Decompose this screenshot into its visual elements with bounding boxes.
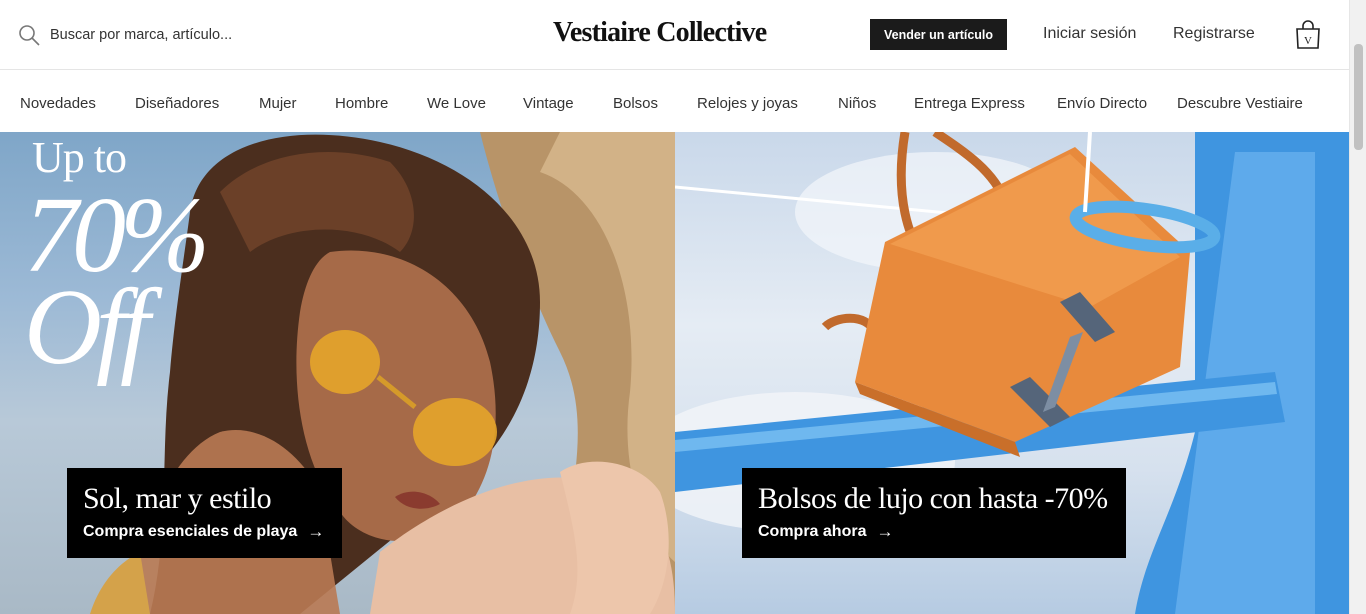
login-link[interactable]: Iniciar sesión <box>1043 25 1136 43</box>
nav-item-disenadores[interactable]: Diseñadores <box>135 95 219 112</box>
bags-banner-link[interactable]: Compra ahora → <box>758 522 1110 542</box>
nav-item-relojes-joyas[interactable]: Relojes y joyas <box>697 95 798 112</box>
site-logo[interactable]: Vestiaire Collective <box>553 17 767 49</box>
banner-beach-sale[interactable]: Up to 70% Off Sol, mar y estilo Compra e… <box>0 132 675 614</box>
scrollbar-thumb[interactable] <box>1354 44 1363 150</box>
nav-item-descubre-vestiaire[interactable]: Descubre Vestiaire <box>1177 95 1303 112</box>
bags-banner-title: Bolsos de lujo con hasta -70% <box>758 482 1108 515</box>
site-header: Vestiaire Collective Vender un artículo … <box>0 0 1349 70</box>
search-bar[interactable] <box>18 22 398 48</box>
nav-item-bolsos[interactable]: Bolsos <box>613 95 658 112</box>
sell-item-button[interactable]: Vender un artículo <box>870 19 1007 50</box>
banner-luxury-bags[interactable]: Bolsos de lujo con hasta -70% Compra aho… <box>675 132 1349 614</box>
beach-banner-link[interactable]: Compra esenciales de playa → <box>83 522 326 542</box>
beach-banner-link-label: Compra esenciales de playa <box>83 523 298 540</box>
beach-banner-title: Sol, mar y estilo <box>83 482 272 515</box>
nav-item-hombre[interactable]: Hombre <box>335 95 388 112</box>
bags-banner-link-label: Compra ahora <box>758 523 867 540</box>
shopping-bag-icon[interactable]: V <box>1295 20 1321 50</box>
nav-item-vintage[interactable]: Vintage <box>523 95 574 112</box>
page-scrollbar[interactable] <box>1349 0 1366 614</box>
search-input[interactable] <box>50 27 370 43</box>
beach-essentials-cta[interactable]: Sol, mar y estilo Compra esenciales de p… <box>67 468 342 558</box>
main-navigation: Novedades Diseñadores Mujer Hombre We Lo… <box>0 70 1349 132</box>
search-icon[interactable] <box>18 24 40 46</box>
nav-item-we-love[interactable]: We Love <box>427 95 486 112</box>
bag-letter: V <box>1304 35 1312 47</box>
nav-item-envio-directo[interactable]: Envío Directo <box>1057 95 1147 112</box>
nav-item-entrega-express[interactable]: Entrega Express <box>914 95 1025 112</box>
nav-item-mujer[interactable]: Mujer <box>259 95 297 112</box>
promo-off: Off <box>24 268 150 387</box>
luxury-bags-cta[interactable]: Bolsos de lujo con hasta -70% Compra aho… <box>742 468 1126 558</box>
nav-item-novedades[interactable]: Novedades <box>20 95 96 112</box>
arrow-right-icon: → <box>307 522 325 541</box>
arrow-right-icon: → <box>876 522 894 541</box>
nav-item-ninos[interactable]: Niños <box>838 95 876 112</box>
register-link[interactable]: Registrarse <box>1173 25 1255 43</box>
